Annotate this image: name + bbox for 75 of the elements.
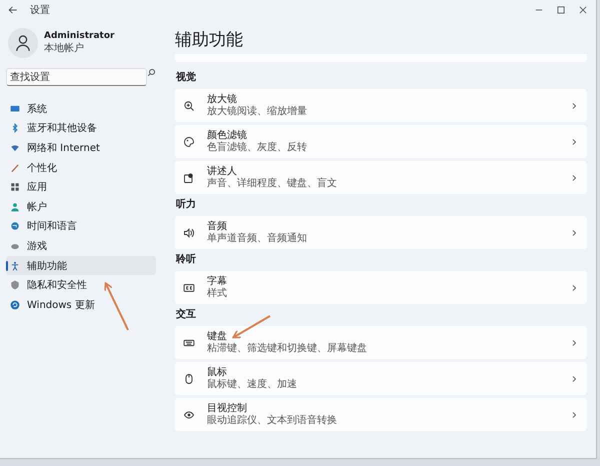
- sidebar-item[interactable]: 辅助功能: [6, 256, 156, 276]
- refresh-icon: [10, 300, 20, 310]
- sidebar-item[interactable]: 隐私和安全性: [6, 275, 156, 295]
- accessibility-icon: [10, 260, 20, 271]
- sidebar-item[interactable]: 帐户: [6, 196, 156, 217]
- back-arrow-icon[interactable]: [8, 5, 18, 15]
- search-icon: [147, 68, 156, 77]
- chevron-right-icon: [570, 338, 578, 346]
- apps-icon: [10, 182, 20, 192]
- sidebar-item[interactable]: Windows 更新: [6, 294, 156, 315]
- settings-card[interactable]: 字幕 样式: [175, 271, 587, 304]
- sidebar-item[interactable]: 网络和 Internet: [6, 138, 156, 158]
- mouse-icon: [183, 372, 195, 384]
- annotation-arrow: [232, 315, 270, 338]
- card-description: 样式: [207, 288, 228, 300]
- chevron-right-icon: [570, 228, 578, 236]
- settings-card[interactable]: 键盘 粘滞键、筛选键和切换键、屏幕键盘: [175, 326, 587, 359]
- shield-icon: [10, 280, 20, 290]
- card-title: 放大镜: [207, 94, 238, 106]
- sidebar-item[interactable]: 应用: [6, 177, 156, 197]
- sidebar-item[interactable]: 个性化: [6, 158, 156, 178]
- chevron-right-icon: [570, 284, 578, 292]
- brush-icon: [10, 162, 20, 173]
- window-title: 设置: [30, 4, 50, 17]
- user-name: Administrator: [44, 31, 114, 41]
- person-icon: [10, 202, 20, 212]
- card-description: 声音、详细程度、键盘、盲文: [207, 178, 338, 190]
- maximize-icon[interactable]: [556, 5, 566, 15]
- annotation-arrow: [104, 282, 129, 330]
- settings-card[interactable]: 讲述人 声音、详细程度、键盘、盲文: [175, 161, 587, 194]
- card-description: 色盲滤镜、灰度、反转: [207, 142, 308, 154]
- card-title: 音频: [207, 220, 228, 232]
- card-title: 键盘: [207, 330, 228, 342]
- card-description: 单声道音频、音频通知: [207, 232, 308, 244]
- search-field[interactable]: 查找设置: [6, 68, 147, 86]
- monitor-icon: [10, 104, 20, 114]
- card-title: 鼠标: [207, 366, 228, 378]
- account-type: 本地帐户: [44, 42, 85, 55]
- page-title: 辅助功能: [175, 29, 244, 52]
- card-title: 目视控制: [207, 402, 248, 414]
- card-title: 颜色滤镜: [207, 130, 248, 142]
- settings-card[interactable]: 放大镜 放大镜阅读、缩放增量: [175, 89, 587, 122]
- card-description: 鼠标键、速度、加速: [207, 378, 298, 390]
- sidebar-item[interactable]: 蓝牙和其他设备: [6, 118, 156, 138]
- captions-icon: [183, 282, 195, 294]
- narrator-icon: [183, 172, 195, 184]
- card-description: 粘滞键、筛选键和切换键、屏幕键盘: [207, 342, 368, 354]
- avatar: [8, 28, 38, 58]
- section-heading: 听力: [176, 198, 197, 211]
- bluetooth-icon: [10, 123, 20, 134]
- close-icon[interactable]: [578, 5, 588, 15]
- chevron-right-icon: [570, 102, 578, 110]
- eye-control-icon: [183, 408, 195, 420]
- section-heading: 聆听: [176, 252, 197, 266]
- magnifier-icon: [183, 100, 195, 112]
- settings-card[interactable]: 鼠标 鼠标键、速度、加速: [175, 362, 587, 395]
- sidebar-item[interactable]: 时间和语言: [6, 216, 156, 236]
- card-title: 字幕: [207, 276, 228, 288]
- card-title: 讲述人: [207, 166, 238, 178]
- section-heading: 交互: [176, 307, 197, 321]
- wifi-icon: [10, 142, 20, 153]
- sidebar-item[interactable]: 系统: [6, 99, 156, 119]
- card-description: 放大镜阅读、缩放增量: [207, 106, 308, 118]
- chevron-right-icon: [570, 138, 578, 146]
- chevron-right-icon: [570, 174, 578, 182]
- settings-card[interactable]: 音频 单声道音频、音频通知: [175, 216, 587, 249]
- chevron-right-icon: [570, 374, 578, 382]
- palette-icon: [183, 136, 195, 148]
- card-description: 眼动追踪仪、文本到语音转换: [207, 414, 338, 426]
- settings-card[interactable]: 目视控制 眼动追踪仪、文本到语音转换: [175, 398, 587, 431]
- chevron-right-icon: [570, 410, 578, 418]
- section-heading: 视觉: [176, 70, 197, 84]
- settings-card[interactable]: 颜色滤镜 色盲滤镜、灰度、反转: [175, 125, 587, 158]
- speaker-icon: [183, 226, 195, 238]
- sidebar-item[interactable]: 游戏: [6, 236, 156, 256]
